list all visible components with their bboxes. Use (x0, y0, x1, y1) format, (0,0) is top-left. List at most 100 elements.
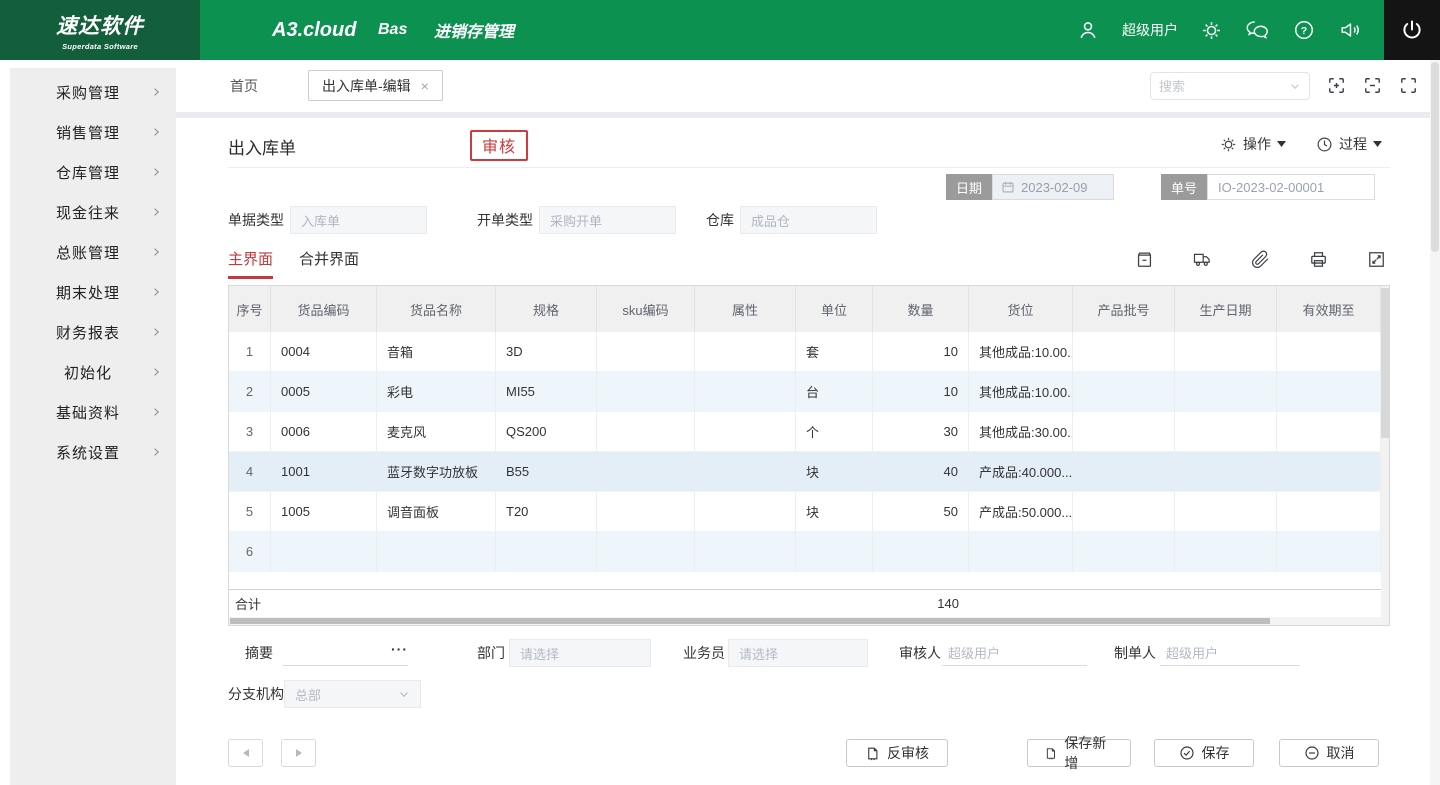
scrollbar-thumb[interactable] (1431, 62, 1439, 252)
creator-field[interactable]: 超级用户 (1160, 640, 1300, 666)
date-field[interactable]: 2023-02-09 (992, 174, 1114, 200)
col-seq[interactable]: 序号 (229, 286, 271, 332)
salesman-label: 业务员 (683, 643, 725, 663)
next-record-button[interactable] (281, 739, 316, 767)
col-quantity[interactable]: 数量 (873, 286, 969, 332)
user-icon[interactable] (1077, 19, 1099, 41)
doc-number-value: IO-2023-02-00001 (1218, 180, 1324, 195)
table-row[interactable]: 20005彩电MI55台10其他成品:10.00... (229, 372, 1381, 412)
tab-merged-view[interactable]: 合并界面 (299, 248, 359, 279)
col-item-name[interactable]: 货品名称 (377, 286, 496, 332)
operation-label: 操作 (1243, 134, 1271, 154)
page-title: 出入库单 (228, 134, 296, 159)
tab-home[interactable]: 首页 (230, 60, 258, 112)
table-row-empty[interactable]: 6 (229, 532, 1381, 572)
chevron-right-icon (150, 246, 162, 258)
col-expiry-date[interactable]: 有效期至 (1277, 286, 1381, 332)
doc-type-field[interactable]: 入库单 (290, 206, 427, 234)
date-label: 日期 (946, 174, 992, 200)
process-menu[interactable]: 过程 (1316, 134, 1382, 154)
sidebar-menu: 采购管理 销售管理 仓库管理 现金往来 总账管理 期末处理 财务报表 初始化 基… (10, 68, 176, 785)
sidebar-item-system-settings[interactable]: 系统设置 (10, 432, 176, 472)
col-spec[interactable]: 规格 (496, 286, 597, 332)
tab-inout-doc-edit[interactable]: 出入库单-编辑 × (308, 70, 443, 101)
minus-circle-icon (1304, 745, 1320, 761)
sidebar-item-initialize[interactable]: 初始化 (10, 352, 176, 392)
search-input[interactable] (1159, 79, 1289, 94)
operation-menu[interactable]: 操作 (1220, 134, 1286, 154)
summary-field[interactable]: ··· (283, 640, 408, 666)
zoom-out-icon[interactable] (1363, 76, 1382, 95)
save-and-new-button[interactable]: 保存新增 (1027, 739, 1131, 767)
auditor-field[interactable]: 超级用户 (942, 640, 1087, 666)
bottom-form-row-1: 摘要 ··· 部门 请选择 业务员 请选择 审核人 超级用户 制单人 超级用户 (245, 639, 1300, 667)
sidebar-item-base-data[interactable]: 基础资料 (10, 392, 176, 432)
page-scrollbar[interactable] (1430, 60, 1440, 785)
warehouse-field[interactable]: 成品仓 (740, 206, 877, 234)
tab-bar: 首页 出入库单-编辑 × (176, 60, 1440, 112)
col-batch-no[interactable]: 产品批号 (1073, 286, 1175, 332)
chevron-down-icon (1289, 80, 1301, 92)
col-unit[interactable]: 单位 (796, 286, 873, 332)
wechat-icon[interactable] (1245, 19, 1270, 41)
chevron-right-icon (150, 166, 162, 178)
table-row-selected[interactable]: 41001蓝牙数字功放板B55块40产成品:40.000... (229, 452, 1381, 492)
help-icon[interactable]: ? (1293, 19, 1315, 41)
branch-select[interactable]: 总部 (284, 680, 421, 708)
summary-label: 摘要 (245, 643, 273, 663)
salesman-field[interactable]: 请选择 (728, 639, 868, 667)
sidebar-item-purchase[interactable]: 采购管理 (10, 72, 176, 112)
search-select[interactable] (1150, 72, 1310, 100)
col-prod-date[interactable]: 生产日期 (1175, 286, 1277, 332)
sidebar-item-cash[interactable]: 现金往来 (10, 192, 176, 232)
attachment-paperclip-icon[interactable] (1250, 250, 1270, 269)
save-button[interactable]: 保存 (1154, 739, 1254, 767)
sidebar-item-finance-report[interactable]: 财务报表 (10, 312, 176, 352)
announcement-speaker-icon[interactable] (1338, 19, 1362, 41)
unaudit-button[interactable]: 反审核 (846, 739, 948, 767)
document-panel: 出入库单 审核 操作 过程 日期 202 (176, 118, 1440, 785)
sidebar-item-sales[interactable]: 销售管理 (10, 112, 176, 152)
table-total-row: 合计 140 (229, 589, 1381, 617)
print-icon[interactable] (1308, 250, 1328, 269)
settings-gear-icon[interactable] (1201, 20, 1222, 41)
sidebar-item-ledger[interactable]: 总账管理 (10, 232, 176, 272)
doc-number-field[interactable]: IO-2023-02-00001 (1207, 174, 1375, 200)
horizontal-scrollbar[interactable] (229, 617, 1381, 625)
table-row[interactable]: 51005调音面板T20块50产成品:50.000... (229, 492, 1381, 532)
sidebar-item-period-end[interactable]: 期末处理 (10, 272, 176, 312)
expand-icon[interactable] (1366, 250, 1386, 269)
doc-type-label: 单据类型 (228, 210, 284, 230)
order-type-field[interactable]: 采购开单 (539, 206, 676, 234)
current-username[interactable]: 超级用户 (1122, 20, 1178, 40)
check-circle-icon (1179, 745, 1195, 761)
department-field[interactable]: 请选择 (509, 639, 651, 667)
chevron-right-icon (150, 126, 162, 138)
vertical-scrollbar[interactable] (1381, 286, 1389, 625)
col-location[interactable]: 货位 (969, 286, 1073, 332)
logout-power-button[interactable] (1384, 0, 1440, 60)
order-type-label: 开单类型 (477, 210, 533, 230)
table-row[interactable]: 10004音箱3D套10其他成品:10.00... (229, 332, 1381, 372)
date-value: 2023-02-09 (1021, 180, 1088, 195)
scrollbar-thumb[interactable] (1381, 288, 1389, 438)
zoom-in-icon[interactable] (1327, 76, 1346, 95)
sidebar-item-warehouse[interactable]: 仓库管理 (10, 152, 176, 192)
scrollbar-thumb[interactable] (230, 618, 1270, 624)
tab-close-icon[interactable]: × (421, 78, 429, 94)
fullscreen-icon[interactable] (1399, 76, 1418, 95)
col-item-code[interactable]: 货品编码 (271, 286, 377, 332)
chevron-down-icon (398, 688, 410, 700)
save-icon[interactable] (1134, 250, 1154, 269)
col-attribute[interactable]: 属性 (695, 286, 796, 332)
cancel-button[interactable]: 取消 (1279, 739, 1379, 767)
summary-more-button[interactable]: ··· (391, 641, 408, 657)
bottom-form-row-2: 分支机构 总部 (228, 680, 421, 708)
col-sku-code[interactable]: sku编码 (597, 286, 695, 332)
tab-main-view[interactable]: 主界面 (228, 248, 273, 279)
delivery-truck-icon[interactable] (1192, 250, 1212, 269)
chevron-right-icon (150, 86, 162, 98)
title-divider (228, 167, 1390, 168)
table-row[interactable]: 30006麦克风QS200个30其他成品:30.00... (229, 412, 1381, 452)
prev-record-button[interactable] (228, 739, 263, 767)
